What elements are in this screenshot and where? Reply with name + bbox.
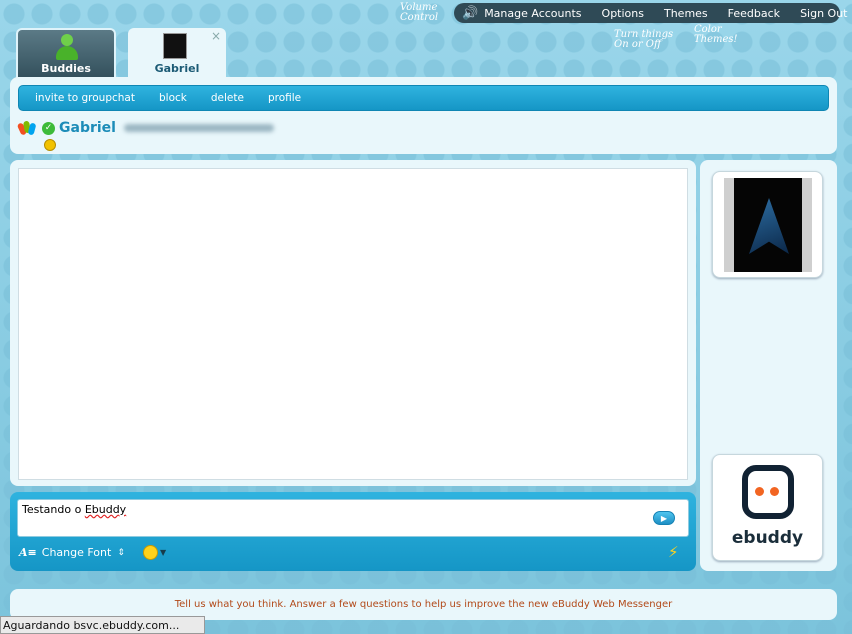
invite-groupchat-button[interactable]: invite to groupchat	[35, 92, 135, 104]
avatar-image	[724, 178, 812, 272]
options-link[interactable]: Options	[602, 7, 644, 20]
tab-buddies-label: Buddies	[41, 62, 91, 75]
chevron-down-icon: ▼	[160, 548, 167, 557]
sign-out-link[interactable]: Sign Out	[800, 7, 847, 20]
tab-buddies[interactable]: Buddies	[16, 28, 116, 78]
contact-name: Gabriel	[59, 120, 116, 136]
volume-control-hint: Volume Control	[400, 2, 439, 23]
ebuddy-logo-icon	[742, 465, 794, 519]
online-status-icon: ✓	[42, 121, 55, 135]
emoticon-picker-button[interactable]: ▼	[143, 545, 166, 560]
block-button[interactable]: block	[159, 92, 187, 104]
misspelled-word: Ebuddy	[84, 503, 127, 516]
send-button[interactable]: ▶	[653, 511, 675, 525]
change-font-label: Change Font	[41, 546, 112, 559]
conversation-panel	[10, 160, 696, 486]
font-icon: A≡	[19, 546, 37, 559]
message-text: Testando o	[22, 503, 85, 516]
smiley-icon	[143, 545, 158, 560]
manage-accounts-link[interactable]: Manage Accounts	[484, 7, 581, 20]
ebuddy-logo: ebuddy	[712, 454, 823, 561]
personal-message-redacted	[123, 124, 274, 132]
profile-button[interactable]: profile	[268, 92, 301, 104]
delete-button[interactable]: delete	[211, 92, 244, 104]
themes-link[interactable]: Themes	[664, 7, 708, 20]
tab-avatar	[163, 33, 187, 59]
msn-icon	[16, 120, 37, 136]
ebuddy-brand-text: ebuddy	[731, 528, 804, 548]
speaker-icon[interactable]: 🔊	[462, 6, 478, 21]
compose-panel: Testando o Ebuddy ▶ A≡ Change Font ⇕ ▼ ⚡	[10, 492, 696, 571]
starfleet-badge-icon	[749, 198, 789, 254]
sidebar: ebuddy	[700, 160, 837, 571]
contact-action-bar: invite to groupchat block delete profile	[18, 85, 829, 111]
buddy-icon	[56, 34, 78, 60]
tab-gabriel[interactable]: × Gabriel	[128, 28, 226, 78]
smiley-icon	[44, 139, 56, 151]
feedback-link[interactable]: Feedback	[728, 7, 780, 20]
themes-hint: Color Themes!	[694, 24, 738, 45]
message-input[interactable]: Testando o Ebuddy	[17, 499, 689, 537]
options-hint: Turn things On or Off	[614, 29, 674, 50]
contact-info: ✓ Gabriel	[16, 120, 274, 136]
tab-gabriel-label: Gabriel	[154, 62, 200, 75]
top-menu-bar: 🔊 Manage Accounts Options Themes Feedbac…	[454, 3, 848, 23]
spinner-icon: ⇕	[117, 547, 125, 558]
close-icon[interactable]: ×	[211, 29, 221, 43]
message-history[interactable]	[18, 168, 688, 480]
change-font-control[interactable]: A≡ Change Font ⇕	[19, 546, 125, 559]
feedback-link[interactable]: Tell us what you think. Answer a few que…	[175, 599, 673, 610]
nudge-lightning-icon[interactable]: ⚡	[668, 543, 679, 561]
conversation-header: invite to groupchat block delete profile…	[10, 77, 837, 154]
contact-avatar	[712, 171, 823, 278]
browser-status-bar: Aguardando bsvc.ebuddy.com...	[0, 616, 205, 634]
